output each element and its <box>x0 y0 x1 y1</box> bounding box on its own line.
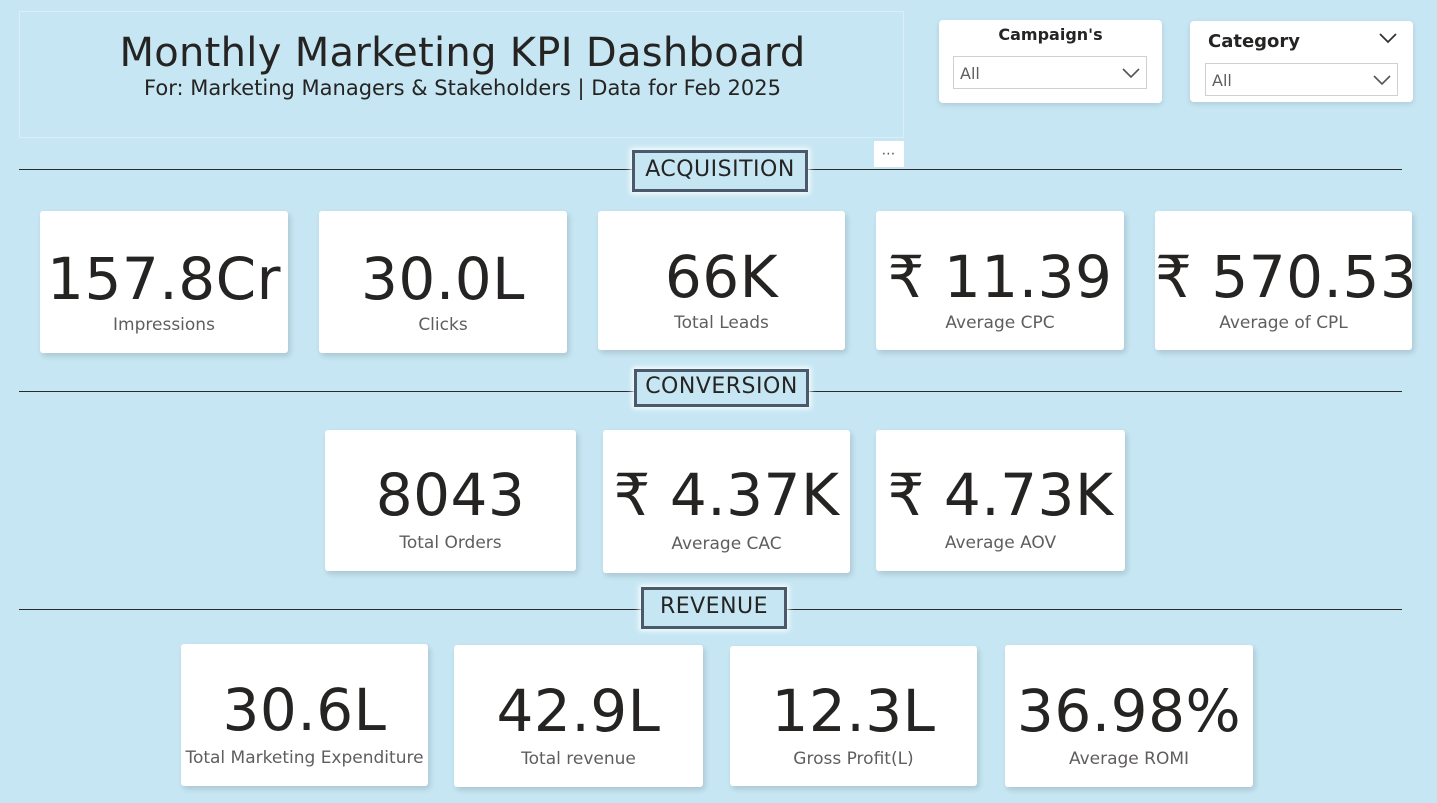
kpi-value: 12.3L <box>771 677 936 745</box>
kpi-card-average-cac: ₹ 4.37K Average CAC <box>603 430 850 573</box>
campaign-slicer-title: Campaign's <box>998 25 1103 44</box>
kpi-label: Total Marketing Expenditure <box>185 748 424 768</box>
kpi-card-average-romi: 36.98% Average ROMI <box>1005 645 1253 787</box>
kpi-label: Clicks <box>418 315 468 335</box>
kpi-card-total-orders: 8043 Total Orders <box>325 430 576 571</box>
category-slicer: Category All <box>1190 21 1413 102</box>
kpi-card-total-leads: 66K Total Leads <box>598 211 845 350</box>
campaign-dropdown-value: All <box>960 64 980 83</box>
kpi-value: ₹ 570.53 <box>1155 243 1418 311</box>
kpi-value: 42.9L <box>496 677 661 745</box>
category-dropdown[interactable]: All <box>1205 63 1398 96</box>
kpi-card-clicks: 30.0L Clicks <box>319 211 567 353</box>
kpi-value: 36.98% <box>1016 677 1242 745</box>
kpi-value: ₹ 11.39 <box>887 243 1113 311</box>
kpi-card-impressions: 157.8Cr Impressions <box>40 211 288 353</box>
page-subtitle: For: Marketing Managers & Stakeholders |… <box>144 76 781 100</box>
kpi-card-total-marketing-expenditure: 30.6L Total Marketing Expenditure <box>181 644 428 786</box>
kpi-label: Average of CPL <box>1219 313 1348 333</box>
category-dropdown-value: All <box>1212 71 1232 90</box>
chevron-down-icon <box>1122 68 1140 78</box>
section-conversion: CONVERSION <box>634 369 809 407</box>
kpi-label: Average ROMI <box>1068 749 1190 769</box>
kpi-value: ₹ 4.37K <box>613 461 840 529</box>
kpi-label: Average CAC <box>671 534 782 554</box>
kpi-value: 66K <box>664 243 779 311</box>
page-title: Monthly Marketing KPI Dashboard <box>119 30 806 76</box>
section-acquisition: ACQUISITION <box>632 150 808 192</box>
kpi-value: ₹ 4.73K <box>887 461 1114 529</box>
chevron-down-icon[interactable] <box>1378 31 1398 45</box>
kpi-label: Total Orders <box>399 533 502 553</box>
campaign-slicer: Campaign's All <box>939 20 1162 103</box>
kpi-card-average-aov: ₹ 4.73K Average AOV <box>876 430 1125 571</box>
kpi-card-average-cpl: ₹ 570.53 Average of CPL <box>1155 211 1418 350</box>
section-revenue: REVENUE <box>641 587 787 629</box>
kpi-label: Total revenue <box>521 749 636 769</box>
chevron-down-icon <box>1373 75 1391 85</box>
kpi-card-total-revenue: 42.9L Total revenue <box>454 645 703 787</box>
campaign-dropdown[interactable]: All <box>953 56 1147 89</box>
kpi-value: 30.0L <box>361 245 525 313</box>
kpi-label: Gross Profit(L) <box>793 749 914 769</box>
category-slicer-title: Category <box>1208 31 1301 52</box>
more-options-button[interactable]: ⋯ <box>874 141 904 167</box>
title-panel: Monthly Marketing KPI Dashboard For: Mar… <box>19 11 904 138</box>
kpi-card-gross-profit: 12.3L Gross Profit(L) <box>730 646 977 786</box>
kpi-label: Impressions <box>113 315 215 335</box>
kpi-card-average-cpc: ₹ 11.39 Average CPC <box>876 211 1124 350</box>
kpi-value: 8043 <box>375 461 526 529</box>
kpi-value: 157.8Cr <box>47 245 281 313</box>
kpi-label: Total Leads <box>674 313 769 333</box>
kpi-value: 30.6L <box>222 676 387 744</box>
kpi-label: Average CPC <box>945 313 1055 333</box>
kpi-label: Average AOV <box>944 533 1057 553</box>
